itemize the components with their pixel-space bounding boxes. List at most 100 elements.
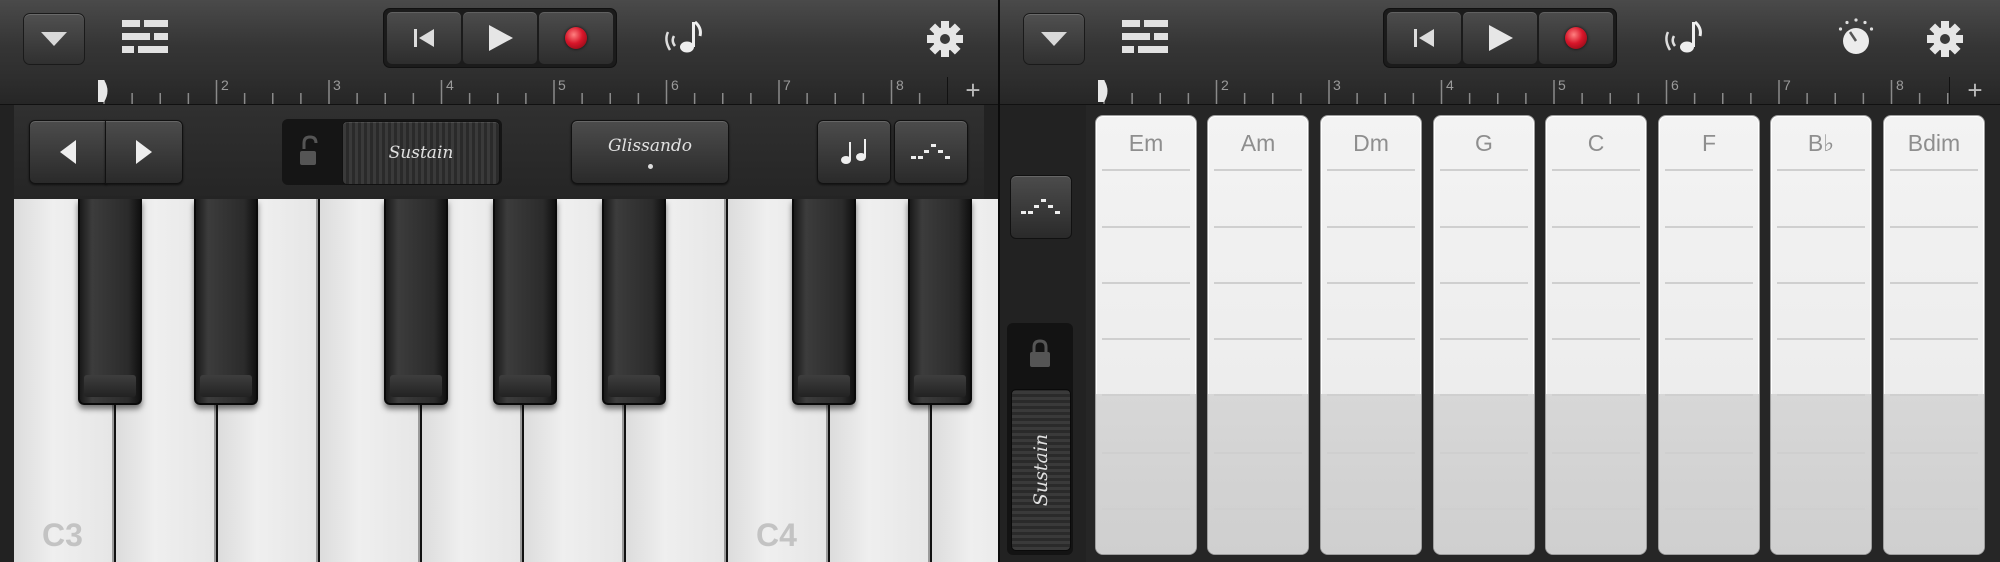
chord-strip-bass[interactable] — [1546, 394, 1646, 554]
gear-icon[interactable] — [1926, 20, 1964, 58]
play-icon — [489, 25, 513, 51]
record-button[interactable] — [1539, 12, 1613, 64]
chord-strip[interactable]: Em — [1095, 115, 1197, 555]
chevron-down-icon — [41, 32, 67, 46]
chord-strip-bass[interactable] — [1771, 394, 1871, 554]
sustain-slider[interactable]: Sustain — [1011, 389, 1071, 551]
add-section-button[interactable]: + — [947, 77, 998, 104]
timeline-ruler[interactable]: 2 3 4 5 6 7 8 + — [1000, 77, 2000, 105]
browser-dropdown-button[interactable] — [1023, 13, 1085, 65]
ruler-ticks — [103, 80, 948, 104]
chord-strip-divider — [1777, 226, 1865, 228]
black-key[interactable] — [602, 199, 666, 405]
chord-strip-divider — [1440, 282, 1528, 284]
black-key[interactable] — [908, 199, 972, 405]
chord-strip-bass[interactable] — [1208, 394, 1308, 554]
chord-strip-divider — [1327, 338, 1415, 340]
ruler-bar-number: 4 — [446, 77, 454, 93]
black-key[interactable] — [493, 199, 557, 405]
chord-strip-divider — [1327, 394, 1415, 396]
skip-back-button[interactable] — [387, 12, 461, 64]
browser-dropdown-button[interactable] — [23, 13, 85, 65]
piano-keyboard: C3 C4 — [14, 199, 998, 562]
chord-strip-divider — [1890, 394, 1978, 396]
chord-strip-divider — [1552, 226, 1640, 228]
playhead-icon[interactable] — [1098, 80, 1112, 102]
note-settings-button[interactable] — [817, 120, 891, 184]
metronome-icon[interactable] — [662, 18, 704, 58]
arrow-left-icon — [60, 140, 76, 164]
chord-strip-divider — [1665, 338, 1753, 340]
sustain-slider[interactable]: Sustain — [342, 121, 500, 185]
chord-strip-divider — [1440, 169, 1528, 171]
chord-strip-divider — [1890, 226, 1978, 228]
record-button[interactable] — [539, 12, 613, 64]
chord-strip[interactable]: F — [1658, 115, 1760, 555]
chord-strip-divider — [1327, 508, 1415, 510]
chord-strip[interactable]: B♭ — [1770, 115, 1872, 555]
black-key[interactable] — [384, 199, 448, 405]
chord-strip-divider — [1102, 394, 1190, 396]
skip-back-button[interactable] — [1387, 12, 1461, 64]
sustain-lock-well: Sustain — [1007, 323, 1073, 555]
chord-strip-divider — [1102, 282, 1190, 284]
chord-strip-divider — [1440, 226, 1528, 228]
lock-open-icon[interactable] — [298, 135, 322, 169]
skip-back-icon — [414, 29, 434, 47]
ruler-bar-number: 7 — [1783, 77, 1791, 93]
black-key[interactable] — [792, 199, 856, 405]
indicator-dot — [647, 163, 653, 169]
chord-strip[interactable]: Dm — [1320, 115, 1422, 555]
knob-icon[interactable] — [1836, 18, 1876, 58]
play-button[interactable] — [1463, 12, 1537, 64]
glissando-toggle[interactable]: Glissando — [571, 120, 729, 184]
chord-strip-bass[interactable] — [1659, 394, 1759, 554]
chord-strip-divider — [1327, 226, 1415, 228]
ruler-bar-number: 5 — [1558, 77, 1566, 93]
chord-name: F — [1701, 130, 1717, 156]
playhead-icon[interactable] — [98, 80, 112, 102]
chord-strip-divider — [1552, 394, 1640, 396]
timeline-ruler[interactable]: 2 3 4 5 6 7 8 + — [0, 77, 998, 105]
chord-strip-bass[interactable] — [1884, 394, 1984, 554]
black-key[interactable] — [78, 199, 142, 405]
chord-strip-divider — [1665, 282, 1753, 284]
chord-strip[interactable]: Am — [1207, 115, 1309, 555]
chord-strip-bass[interactable] — [1096, 394, 1196, 554]
chord-strip-bass[interactable] — [1321, 394, 1421, 554]
arpeggiator-button[interactable] — [894, 120, 968, 184]
chord-strip-divider — [1214, 282, 1302, 284]
octave-up-button[interactable] — [105, 120, 183, 184]
chord-strip[interactable]: C — [1545, 115, 1647, 555]
black-key[interactable] — [194, 199, 258, 405]
metronome-icon[interactable] — [1662, 18, 1704, 58]
toolbar — [0, 0, 998, 78]
ruler-bar-number: 4 — [1446, 77, 1454, 93]
chevron-down-icon — [1041, 32, 1067, 46]
piano-panel: 2 3 4 5 6 7 8 + Sustain Glissando C3 C4 — [0, 0, 998, 562]
chord-strip[interactable]: Bdim — [1883, 115, 1985, 555]
arpeggiator-button[interactable] — [1010, 175, 1072, 239]
chord-strip-bass[interactable] — [1434, 394, 1534, 554]
ruler-bar-number: 3 — [1333, 77, 1341, 93]
chord-strip[interactable]: G — [1433, 115, 1535, 555]
chord-strip-divider — [1102, 169, 1190, 171]
chord-strip-divider — [1552, 282, 1640, 284]
chord-strip-divider — [1327, 452, 1415, 454]
tracks-view-icon[interactable] — [1122, 20, 1168, 54]
chord-strip-divider — [1777, 282, 1865, 284]
add-section-button[interactable]: + — [1949, 77, 2000, 104]
chord-strip-divider — [1214, 226, 1302, 228]
gear-icon[interactable] — [926, 20, 964, 58]
play-button[interactable] — [463, 12, 537, 64]
chord-name: B♭ — [1807, 130, 1835, 156]
chord-strip-divider — [1552, 452, 1640, 454]
ruler-bar-number: 2 — [221, 77, 229, 93]
lock-icon[interactable] — [1028, 339, 1052, 369]
octave-down-button[interactable] — [29, 120, 107, 184]
chord-strip-divider — [1665, 508, 1753, 510]
ruler-bar-number: 6 — [1671, 77, 1679, 93]
chord-strip-divider — [1890, 452, 1978, 454]
tracks-view-icon[interactable] — [122, 20, 168, 54]
chord-strip-divider — [1327, 169, 1415, 171]
